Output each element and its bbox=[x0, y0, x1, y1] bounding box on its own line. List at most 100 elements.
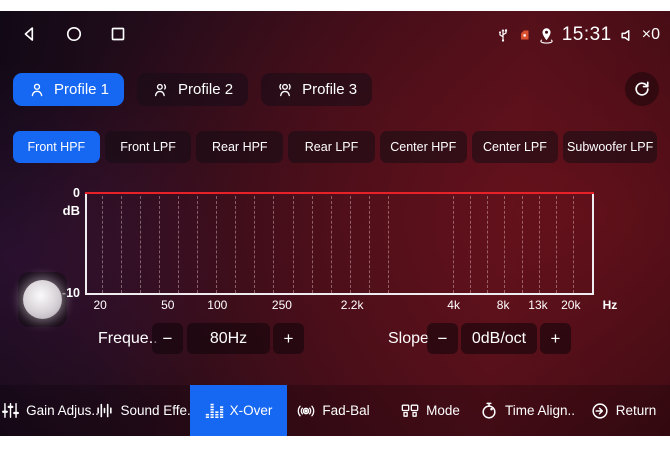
nav-tab-x-over[interactable]: X-Over bbox=[190, 385, 287, 436]
fadbal-icon bbox=[296, 401, 316, 421]
gridline bbox=[140, 196, 141, 293]
profile-tab-2[interactable]: Profile 2 bbox=[137, 73, 248, 106]
nav-tab-label: Time Align.. bbox=[505, 403, 575, 418]
x-tick-label: 50 bbox=[161, 298, 174, 312]
mode-icon bbox=[400, 401, 420, 421]
gridline bbox=[487, 196, 488, 293]
filter-tabs: Front HPF Front LPF Rear HPF Rear LPF Center… bbox=[13, 131, 657, 163]
x-axis-labels: 20501002502.2k4k8k13k20kHz bbox=[85, 298, 590, 312]
recents-icon[interactable] bbox=[107, 23, 129, 45]
nav-tab-label: X-Over bbox=[230, 403, 273, 418]
slope-value[interactable]: 0dB/oct bbox=[461, 323, 537, 354]
gridline bbox=[254, 196, 255, 293]
filter-tab-rear-lpf[interactable]: Rear LPF bbox=[288, 131, 375, 163]
slope-minus-button[interactable]: − bbox=[427, 323, 458, 354]
x-axis-unit: Hz bbox=[603, 298, 618, 312]
nav-tab-return[interactable]: Return bbox=[584, 385, 662, 436]
filter-tab-label: Rear LPF bbox=[305, 140, 359, 154]
gridline bbox=[273, 196, 274, 293]
gridline bbox=[159, 196, 160, 293]
nav-tab-label: Fad-Bal bbox=[322, 403, 369, 418]
adjust-knob-container bbox=[18, 272, 67, 327]
gridline bbox=[312, 196, 313, 293]
nav-tab-time-align[interactable]: Time Align.. bbox=[476, 385, 578, 436]
profile-tabs: Profile 1 Profile 2 Profile 3 bbox=[13, 73, 372, 106]
gridline bbox=[350, 196, 351, 293]
gridline bbox=[504, 196, 505, 293]
nav-tab-sound-effe[interactable]: Sound Effe.. bbox=[98, 385, 192, 436]
person3-icon bbox=[276, 81, 294, 99]
filter-tab-center-hpf[interactable]: Center HPF bbox=[380, 131, 467, 163]
system-nav bbox=[19, 23, 129, 45]
clock: 15:31 bbox=[562, 24, 612, 46]
nav-tab-label: Return bbox=[616, 403, 657, 418]
x-tick-label: 250 bbox=[272, 298, 292, 312]
gridline bbox=[388, 196, 389, 293]
gridline bbox=[539, 196, 540, 293]
gridline bbox=[216, 196, 217, 293]
filter-tab-label: Center LPF bbox=[483, 140, 547, 154]
timer-icon bbox=[479, 401, 499, 421]
status-bar: 15:31 ×0 bbox=[0, 21, 670, 49]
adjust-knob[interactable] bbox=[23, 280, 62, 319]
gridline bbox=[293, 196, 294, 293]
gridline bbox=[121, 196, 122, 293]
status-indicators: 15:31 ×0 bbox=[495, 21, 660, 49]
filter-tab-label: Center HPF bbox=[390, 140, 456, 154]
volume-level: ×0 bbox=[642, 26, 660, 44]
back-icon[interactable] bbox=[19, 23, 41, 45]
gridline bbox=[331, 196, 332, 293]
refresh-icon bbox=[632, 79, 652, 99]
x-tick-label: 100 bbox=[207, 298, 227, 312]
filter-tab-front-hpf[interactable]: Front HPF bbox=[13, 131, 100, 163]
gridline bbox=[178, 196, 179, 293]
x-tick-label: 20k bbox=[561, 298, 580, 312]
gridline bbox=[573, 196, 574, 293]
gridline bbox=[197, 196, 198, 293]
nav-tab-label: Sound Effe.. bbox=[120, 403, 194, 418]
nav-tab-label: Gain Adjus.. bbox=[26, 403, 99, 418]
x-tick-label: 8k bbox=[497, 298, 510, 312]
profile-tab-label: Profile 3 bbox=[302, 81, 357, 98]
response-curve bbox=[85, 192, 594, 194]
frequency-response-plot[interactable] bbox=[85, 193, 594, 295]
person2-icon bbox=[152, 81, 170, 99]
gridline bbox=[556, 196, 557, 293]
location-icon bbox=[538, 27, 555, 44]
filter-tab-center-lpf[interactable]: Center LPF bbox=[472, 131, 559, 163]
slope-label: Slope bbox=[388, 323, 429, 354]
nav-tab-fad-bal[interactable]: Fad-Bal bbox=[290, 385, 376, 436]
gridline bbox=[102, 196, 103, 293]
filter-tab-label: Front LPF bbox=[120, 140, 176, 154]
filter-tab-front-lpf[interactable]: Front LPF bbox=[105, 131, 192, 163]
gridline bbox=[470, 196, 471, 293]
filter-tab-rear-hpf[interactable]: Rear HPF bbox=[196, 131, 283, 163]
filter-tab-label: Front HPF bbox=[28, 140, 86, 154]
slope-plus-button[interactable]: + bbox=[540, 323, 571, 354]
reset-button[interactable] bbox=[625, 72, 659, 106]
home-icon[interactable] bbox=[63, 23, 85, 45]
y-axis-unit: dB bbox=[54, 203, 80, 218]
gridline bbox=[522, 196, 523, 293]
usb-icon bbox=[495, 27, 511, 43]
frequency-label: Freque.. bbox=[98, 323, 158, 354]
eq-icon bbox=[95, 401, 114, 420]
x-tick-label: 13k bbox=[528, 298, 547, 312]
frequency-value[interactable]: 80Hz bbox=[187, 323, 270, 354]
profile-tab-1[interactable]: Profile 1 bbox=[13, 73, 124, 106]
profile-tab-3[interactable]: Profile 3 bbox=[261, 73, 372, 106]
nav-tab-mode[interactable]: Mode bbox=[394, 385, 466, 436]
frequency-minus-button[interactable]: − bbox=[152, 323, 183, 354]
filter-tab-label: Subwoofer LPF bbox=[567, 140, 653, 154]
bottom-nav: Gain Adjus.. Sound Effe.. X-Over Fad-Bal Mod… bbox=[0, 385, 670, 436]
x-tick-label: 20 bbox=[93, 298, 106, 312]
gain-icon bbox=[1, 401, 20, 420]
gridline bbox=[453, 196, 454, 293]
frequency-plus-button[interactable]: + bbox=[273, 323, 304, 354]
return-icon bbox=[590, 401, 610, 421]
nav-tab-gain-adjus[interactable]: Gain Adjus.. bbox=[4, 385, 96, 436]
y-axis-max-label: 0 bbox=[54, 186, 80, 200]
nav-tab-label: Mode bbox=[426, 403, 460, 418]
x-tick-label: 4k bbox=[447, 298, 460, 312]
filter-tab-subwoofer-lpf[interactable]: Subwoofer LPF bbox=[563, 131, 657, 163]
